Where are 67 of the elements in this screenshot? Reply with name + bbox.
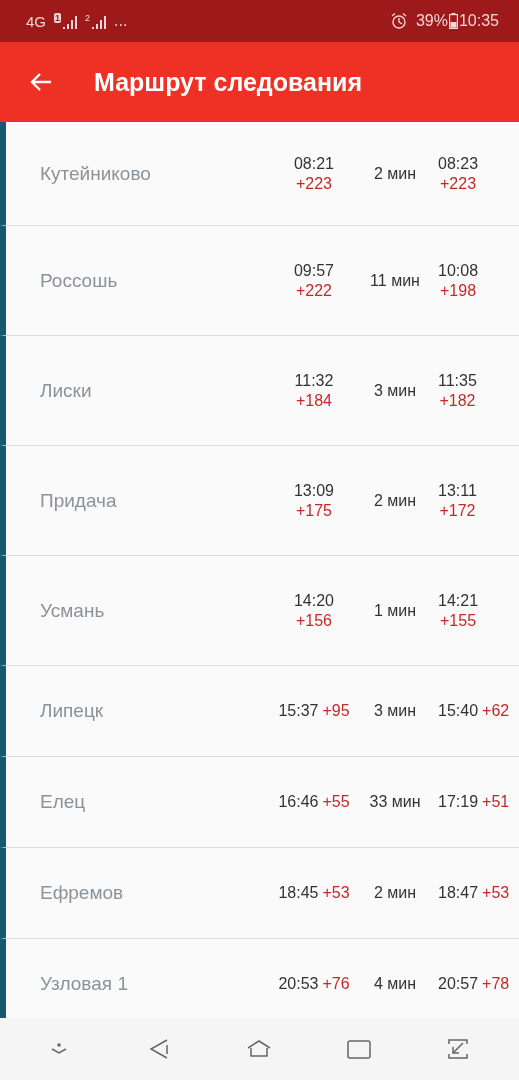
network-type: 4G bbox=[26, 12, 46, 30]
delay-minutes: +184 bbox=[295, 390, 332, 411]
station-name: Россошь bbox=[40, 269, 119, 292]
scheduled-time: 11:35 bbox=[438, 370, 477, 391]
scheduled-time: 18:47 bbox=[438, 883, 479, 903]
stop-duration: 2 мин bbox=[372, 164, 418, 183]
sim-badge: 1 bbox=[54, 13, 62, 23]
delay-minutes: +198 bbox=[440, 280, 477, 301]
signal-icon bbox=[61, 13, 78, 29]
delay-minutes: +172 bbox=[439, 500, 476, 521]
scheduled-time: 20:53 bbox=[278, 974, 319, 994]
station-name: Усмань bbox=[40, 599, 106, 622]
scheduled-time: 17:19 bbox=[438, 792, 479, 812]
stop-duration: 3 мин bbox=[372, 381, 418, 400]
delay-minutes: +53 bbox=[482, 883, 510, 903]
scheduled-time: 08:23 bbox=[438, 153, 479, 174]
delay-minutes: +223 bbox=[440, 173, 477, 194]
delay-minutes: +62 bbox=[482, 701, 510, 721]
back-arrow-icon bbox=[30, 72, 52, 92]
delay-minutes: +175 bbox=[295, 500, 332, 521]
signal-icon bbox=[90, 13, 107, 29]
delay-minutes: +95 bbox=[322, 701, 350, 721]
station-name: Лиски bbox=[40, 379, 93, 402]
recent-apps-icon bbox=[346, 1037, 373, 1061]
clock: 10:35 bbox=[458, 12, 499, 30]
stop-duration: 4 мин bbox=[372, 975, 418, 993]
station-name: Узловая 1 bbox=[40, 973, 129, 995]
screen-title: Маршрут следования bbox=[94, 67, 362, 97]
delay-minutes: +223 bbox=[295, 173, 332, 194]
scheduled-time: 15:40 bbox=[438, 701, 479, 721]
station-name: Кутейниково bbox=[40, 162, 152, 185]
delay-minutes: +55 bbox=[322, 792, 350, 812]
stop-duration: 3 мин bbox=[372, 702, 418, 720]
station-name: Елец bbox=[40, 791, 87, 813]
scheduled-time: 14:20 bbox=[293, 590, 334, 611]
station-name: Липецк bbox=[40, 700, 105, 722]
scheduled-time: 15:37 bbox=[278, 701, 319, 721]
stop-duration: 2 мин bbox=[372, 884, 418, 902]
delay-minutes: +53 bbox=[322, 883, 350, 903]
alarm-icon bbox=[389, 12, 408, 30]
stop-duration: 11 мин bbox=[369, 271, 421, 290]
scheduled-time: 09:57 bbox=[293, 260, 334, 281]
delay-minutes: +222 bbox=[295, 280, 332, 301]
delay-minutes: +78 bbox=[482, 974, 510, 994]
more-notifications: ... bbox=[114, 12, 128, 30]
stop-duration: 33 мин bbox=[368, 793, 422, 811]
delay-minutes: +155 bbox=[440, 610, 477, 631]
battery-percent: 39% bbox=[415, 12, 448, 30]
scheduled-time: 20:57 bbox=[438, 974, 479, 994]
scheduled-time: 13:09 bbox=[293, 480, 334, 501]
delay-minutes: +156 bbox=[295, 610, 332, 631]
delay-minutes: +51 bbox=[482, 792, 510, 812]
scheduled-time: 11:32 bbox=[294, 370, 334, 391]
battery-icon bbox=[448, 13, 458, 29]
station-name: Придача bbox=[40, 489, 118, 512]
sim-number: 2 bbox=[85, 13, 91, 23]
station-name: Ефремов bbox=[40, 882, 125, 904]
scheduled-time: 16:46 bbox=[278, 792, 319, 812]
stop-duration: 2 мин bbox=[372, 491, 418, 510]
scheduled-time: 18:45 bbox=[278, 883, 319, 903]
scheduled-time: 08:21 bbox=[293, 153, 334, 174]
stop-duration: 1 мин bbox=[372, 601, 418, 620]
scheduled-time: 13:11 bbox=[438, 480, 477, 501]
delay-minutes: +182 bbox=[439, 390, 476, 411]
scheduled-time: 10:08 bbox=[438, 260, 479, 281]
delay-minutes: +76 bbox=[322, 974, 350, 994]
scheduled-time: 14:21 bbox=[438, 590, 479, 611]
